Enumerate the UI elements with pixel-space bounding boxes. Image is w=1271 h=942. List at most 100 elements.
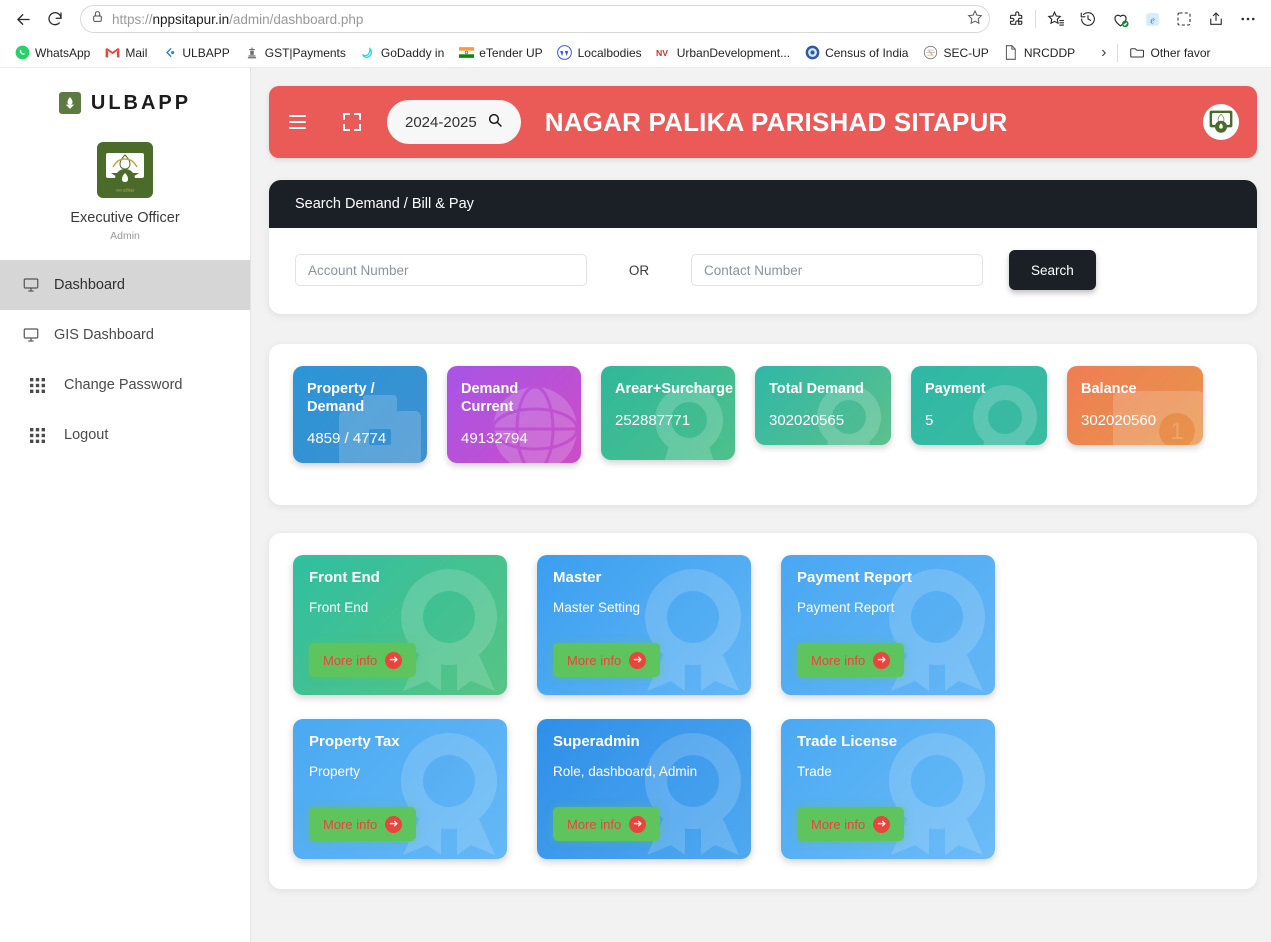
module-title: Master bbox=[553, 569, 602, 587]
bookmark-whatsapp[interactable]: WhatsApp bbox=[8, 42, 96, 64]
profile-role: Admin bbox=[110, 230, 140, 242]
page-title: NAGAR PALIKA PARISHAD SITAPUR bbox=[544, 106, 1008, 137]
stat-value: 302020560 bbox=[1081, 412, 1157, 430]
stat-card-balance[interactable]: 1 Balance 302020560 bbox=[1067, 366, 1203, 446]
share-icon[interactable] bbox=[1201, 4, 1231, 34]
collections-icon[interactable]: e bbox=[1137, 4, 1167, 34]
monitor-icon bbox=[22, 276, 40, 294]
other-favorites-folder[interactable]: Other favor bbox=[1123, 42, 1216, 64]
app-shell: ULBAPP नगर पालिका Executive Officer Admi… bbox=[0, 68, 1271, 942]
more-info-button[interactable]: More info ➜ bbox=[797, 807, 905, 842]
document-icon bbox=[1003, 45, 1019, 61]
account-number-input[interactable] bbox=[295, 254, 587, 286]
address-bar[interactable]: https://nppsitapur.in/admin/dashboard.ph… bbox=[80, 5, 990, 33]
stat-title: Payment bbox=[925, 381, 986, 397]
bookmark-label: eTender UP bbox=[479, 45, 543, 60]
more-info-label: More info bbox=[567, 816, 622, 832]
back-arrow-icon[interactable] bbox=[8, 4, 38, 34]
municipality-crest-icon bbox=[1203, 104, 1239, 140]
stat-card-demand-current[interactable]: Demand Current 49132794 bbox=[447, 366, 581, 464]
module-card-superadmin[interactable]: Superadmin Role, dashboard, Admin More i… bbox=[537, 719, 751, 860]
more-info-label: More info bbox=[567, 652, 622, 668]
bookmark-godaddy[interactable]: GoDaddy in bbox=[354, 42, 450, 64]
bookmark-label: Mail bbox=[125, 45, 148, 60]
module-subtitle: Property bbox=[309, 764, 361, 780]
lock-icon bbox=[91, 10, 104, 28]
module-subtitle: Payment Report bbox=[797, 600, 895, 616]
more-info-button[interactable]: More info ➜ bbox=[797, 643, 905, 678]
bookmark-census-of-india[interactable]: Census of India bbox=[798, 42, 914, 64]
more-info-button[interactable]: More info ➜ bbox=[553, 643, 661, 678]
contact-number-input[interactable] bbox=[691, 254, 983, 286]
bookmark-mail[interactable]: Mail bbox=[98, 42, 153, 64]
favorites-icon[interactable] bbox=[1041, 4, 1071, 34]
module-card-master[interactable]: Master Master Setting More info ➜ bbox=[537, 555, 751, 696]
sidebar-brand-label: ULBAPP bbox=[90, 91, 192, 114]
bookmark-label: GoDaddy in bbox=[380, 45, 445, 60]
module-subtitle: Master Setting bbox=[553, 600, 641, 616]
profile-block: नगर पालिका Executive Officer Admin bbox=[0, 128, 250, 260]
toolbar-divider bbox=[1035, 10, 1036, 28]
search-demand-card: Search Demand / Bill & Pay OR Search bbox=[269, 180, 1257, 314]
bookmark-gst-payments[interactable]: GST|Payments bbox=[238, 42, 352, 64]
sidebar-item-dashboard[interactable]: Dashboard bbox=[0, 260, 250, 310]
more-info-button[interactable]: More info ➜ bbox=[309, 807, 417, 842]
sidebar-brand[interactable]: ULBAPP bbox=[0, 78, 250, 128]
sidebar-item-label: Logout bbox=[64, 427, 109, 443]
stat-card-arrear-surcharge[interactable]: Arear+Surcharge 252887771 bbox=[601, 366, 735, 460]
search-card-heading: Search Demand / Bill & Pay bbox=[269, 180, 1257, 228]
screenshot-icon[interactable] bbox=[1169, 4, 1199, 34]
municipality-crest-icon: नगर पालिका bbox=[97, 142, 153, 198]
grid-icon bbox=[28, 376, 46, 394]
svg-text:e: e bbox=[1150, 15, 1155, 26]
sidebar-item-label: GIS Dashboard bbox=[54, 327, 154, 343]
module-subtitle: Trade bbox=[797, 764, 832, 780]
stat-card-total-demand[interactable]: Total Demand 302020565 bbox=[755, 366, 891, 446]
stat-value: 5 bbox=[925, 412, 934, 430]
module-card-property-tax[interactable]: Property Tax Property More info ➜ bbox=[293, 719, 507, 860]
expand-icon[interactable] bbox=[339, 109, 365, 135]
reload-icon[interactable] bbox=[40, 4, 70, 34]
search-icon[interactable] bbox=[487, 112, 503, 133]
stat-card-property-demand[interactable]: Property / Demand 4859 / 4774 bbox=[293, 366, 427, 464]
bookmarks-overflow-chevron[interactable]: › bbox=[1095, 41, 1112, 65]
bookmark-etender-up[interactable]: eTender UP bbox=[452, 42, 548, 64]
bookmark-urban-development[interactable]: NV UrbanDevelopment... bbox=[650, 42, 796, 64]
module-card-trade-license[interactable]: Trade License Trade More info ➜ bbox=[781, 719, 995, 860]
bookmark-localbodies[interactable]: Localbodies bbox=[551, 42, 648, 64]
godaddy-icon bbox=[360, 45, 376, 61]
sidebar-item-change-password[interactable]: Change Password bbox=[0, 360, 250, 410]
more-info-button[interactable]: More info ➜ bbox=[553, 807, 661, 842]
star-outline-icon[interactable] bbox=[967, 9, 983, 30]
arrow-right-icon: ➜ bbox=[385, 651, 403, 669]
stat-title: Demand Current bbox=[461, 381, 519, 416]
bookmark-label: GST|Payments bbox=[264, 45, 346, 60]
sidebar-item-gis-dashboard[interactable]: GIS Dashboard bbox=[0, 310, 250, 360]
browser-toolbar: https://nppsitapur.in/admin/dashboard.ph… bbox=[0, 0, 1271, 38]
module-subtitle: Front End bbox=[309, 600, 369, 616]
bookmark-nrcddp[interactable]: NRCDDP bbox=[997, 42, 1081, 64]
more-info-label: More info bbox=[811, 652, 866, 668]
module-title: Superadmin bbox=[553, 733, 640, 751]
more-info-button[interactable]: More info ➜ bbox=[309, 643, 417, 678]
module-card-payment-report[interactable]: Payment Report Payment Report More info … bbox=[781, 555, 995, 696]
module-card-front-end[interactable]: Front End Front End More info ➜ bbox=[293, 555, 507, 696]
stat-card-payment[interactable]: Payment 5 bbox=[911, 366, 1047, 446]
bookmark-ulbapp[interactable]: ULBAPP bbox=[155, 42, 235, 64]
bookmark-sec-up[interactable]: SEC-UP bbox=[916, 42, 994, 64]
bookmark-label: ULBAPP bbox=[182, 45, 230, 60]
census-icon bbox=[804, 45, 820, 61]
hamburger-icon[interactable] bbox=[289, 109, 315, 135]
settings-more-icon[interactable] bbox=[1233, 4, 1263, 34]
stat-title: Arear+Surcharge bbox=[615, 381, 734, 397]
financial-year-selector[interactable]: 2024-2025 bbox=[387, 100, 521, 144]
sidebar-item-logout[interactable]: Logout bbox=[0, 410, 250, 460]
svg-text:नगर पालिका: नगर पालिका bbox=[116, 188, 135, 193]
ulbapp-crest-icon bbox=[58, 92, 81, 114]
bookmark-label: NRCDDP bbox=[1023, 45, 1076, 60]
history-icon[interactable] bbox=[1073, 4, 1103, 34]
extensions-icon[interactable] bbox=[1000, 4, 1030, 34]
browser-essentials-icon[interactable] bbox=[1105, 4, 1135, 34]
arrow-right-icon: ➜ bbox=[873, 815, 891, 833]
search-button[interactable]: Search bbox=[1009, 250, 1096, 290]
